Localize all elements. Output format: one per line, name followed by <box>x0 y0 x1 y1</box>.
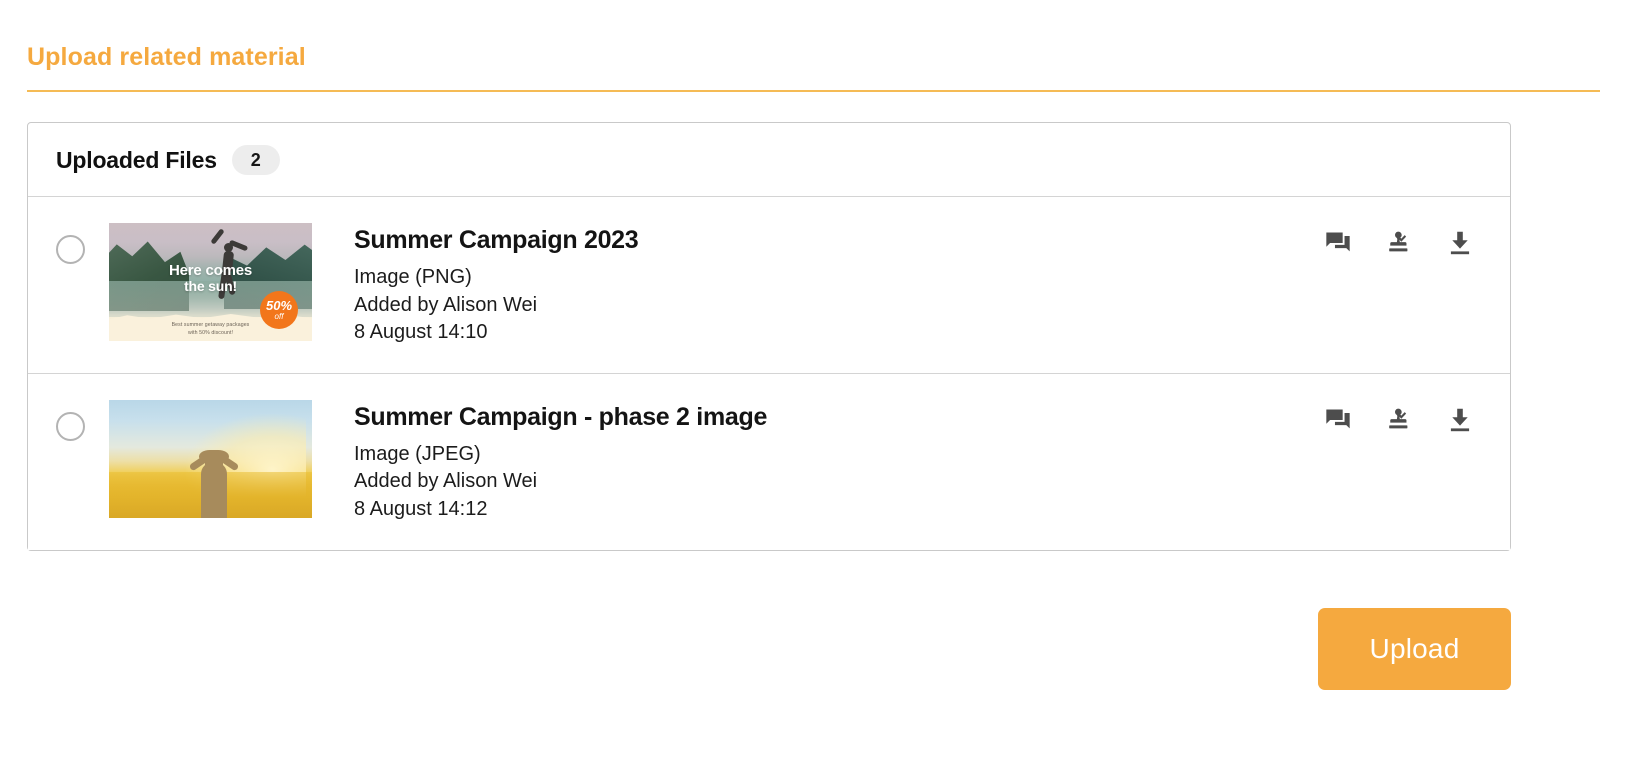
file-title: Summer Campaign 2023 <box>354 226 639 254</box>
download-icon <box>1446 406 1474 434</box>
woman-with-hat-figure <box>187 442 241 518</box>
comment-icon <box>1324 406 1352 434</box>
file-timestamp: 8 August 14:12 <box>354 497 488 520</box>
file-list-item[interactable]: Here comes the sun! 50% off Best summer … <box>28 197 1510 373</box>
poster-caption: Best summer getaway packages with 50% di… <box>109 322 312 338</box>
file-select-radio[interactable] <box>56 411 85 441</box>
poster-headline-line-1: Here comes <box>168 262 253 279</box>
comment-icon <box>1324 229 1352 257</box>
file-added-by: Added by Alison Wei <box>354 470 538 493</box>
file-type: Image (JPEG) <box>354 442 481 465</box>
upload-action-bar: Upload <box>27 608 1511 690</box>
approve-stamp-icon <box>1385 406 1413 434</box>
file-details: Summer Campaign 2023 Image (PNG) Added b… <box>354 223 1323 347</box>
uploaded-files-title: Uploaded Files <box>56 146 217 173</box>
file-timestamp: 8 August 14:10 <box>354 321 488 344</box>
page-title: Upload related material <box>27 43 306 71</box>
discount-value: 50% <box>265 298 293 313</box>
file-actions <box>1323 405 1480 435</box>
file-title: Summer Campaign - phase 2 image <box>354 402 768 431</box>
download-icon <box>1446 229 1474 257</box>
file-list-item[interactable]: Summer Campaign - phase 2 image Image (J… <box>28 372 1510 550</box>
uploaded-files-header: Uploaded Files 2 <box>28 123 1510 197</box>
poster-caption-line-2: with 50% discount! <box>187 330 234 337</box>
file-thumbnail: Here comes the sun! 50% off Best summer … <box>109 223 312 341</box>
poster-caption-line-1: Best summer getaway packages <box>171 322 250 329</box>
file-type: Image (PNG) <box>354 266 472 288</box>
upload-button[interactable]: Upload <box>1318 608 1511 690</box>
uploaded-files-count-badge: 2 <box>231 145 280 175</box>
poster-headline: Here comes the sun! <box>109 262 312 294</box>
file-details: Summer Campaign - phase 2 image Image (J… <box>354 400 1323 524</box>
uploaded-files-card: Uploaded Files 2 Here comes the sun! 50%… <box>27 122 1511 551</box>
download-button[interactable] <box>1445 405 1475 435</box>
comment-button[interactable] <box>1323 405 1353 435</box>
file-added-by: Added by Alison Wei <box>354 293 538 316</box>
upload-related-material-page: Upload related material Uploaded Files 2 <box>0 0 1630 760</box>
comment-button[interactable] <box>1323 228 1353 258</box>
approve-stamp-icon <box>1385 229 1413 257</box>
file-actions <box>1323 228 1480 258</box>
file-list: Here comes the sun! 50% off Best summer … <box>28 197 1510 550</box>
title-underline-divider <box>27 90 1600 93</box>
approve-stamp-button[interactable] <box>1384 405 1414 435</box>
file-thumbnail <box>109 399 312 518</box>
section-header: Upload related material <box>27 42 1600 93</box>
summer-campaign-poster-thumbnail: Here comes the sun! 50% off Best summer … <box>109 223 312 341</box>
approve-stamp-button[interactable] <box>1384 228 1414 258</box>
download-button[interactable] <box>1445 228 1475 258</box>
discount-label: off <box>274 312 284 321</box>
summer-field-thumbnail <box>109 399 312 518</box>
file-select-radio[interactable] <box>56 235 85 264</box>
